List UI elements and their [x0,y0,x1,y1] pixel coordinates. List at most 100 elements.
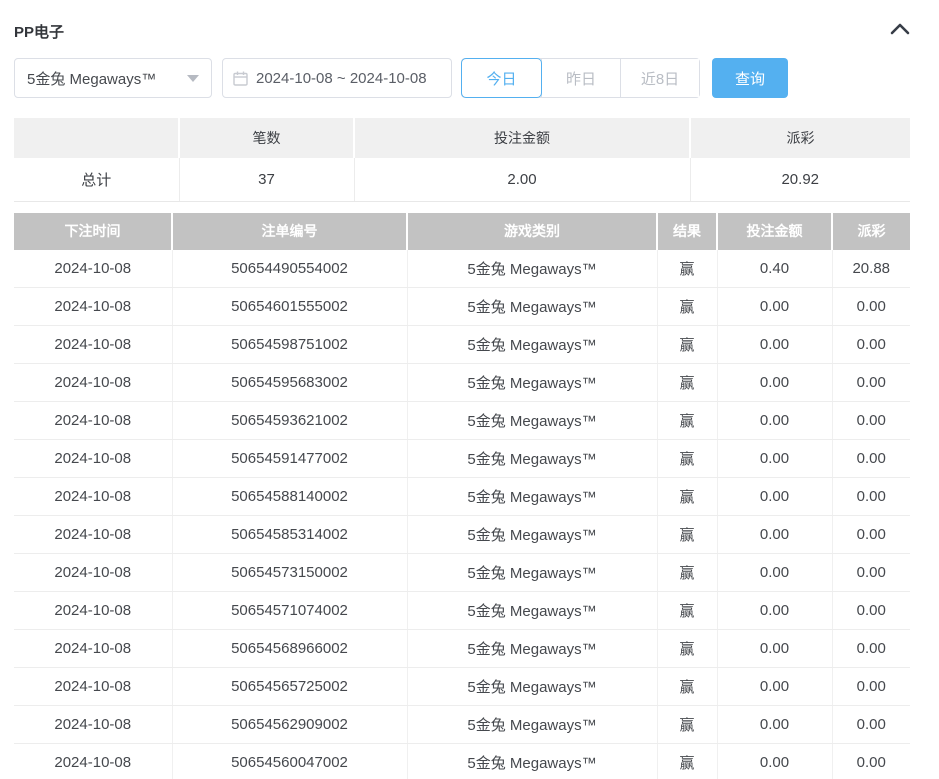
cell-bet-amount: 0.00 [717,478,832,516]
panel-header: PP电子 [14,0,925,58]
cell-result: 赢 [657,440,717,478]
cell-bet-time: 2024-10-08 [14,554,172,592]
cell-result: 赢 [657,326,717,364]
table-row: 2024-10-08506545936210025金兔 Megaways™赢0.… [14,402,910,440]
cell-payout: 0.00 [832,592,910,630]
cell-bet-id: 50654588140002 [172,478,407,516]
cell-payout: 0.00 [832,364,910,402]
cell-payout: 0.00 [832,706,910,744]
cell-bet-amount: 0.00 [717,402,832,440]
cell-bet-id: 50654601555002 [172,288,407,326]
search-button[interactable]: 查询 [712,58,788,98]
cell-payout: 0.00 [832,554,910,592]
game-select[interactable]: 5金兔 Megaways™ [14,58,212,98]
table-row: 2024-10-08506545987510025金兔 Megaways™赢0.… [14,326,910,364]
summary-total-row: 总计 37 2.00 20.92 [14,158,910,201]
cell-bet-id: 50654565725002 [172,668,407,706]
cell-result: 赢 [657,668,717,706]
cell-bet-id: 50654568966002 [172,630,407,668]
table-row: 2024-10-08506545881400025金兔 Megaways™赢0.… [14,478,910,516]
last-8-days-button[interactable]: 近8日 [620,59,699,97]
cell-game-category: 5金兔 Megaways™ [407,440,657,478]
cell-bet-time: 2024-10-08 [14,250,172,288]
cell-bet-id: 50654571074002 [172,592,407,630]
summary-header-bet-amount: 投注金额 [354,118,690,158]
cell-bet-time: 2024-10-08 [14,744,172,779]
cell-bet-amount: 0.00 [717,364,832,402]
cell-bet-amount: 0.40 [717,250,832,288]
cell-result: 赢 [657,516,717,554]
cell-bet-amount: 0.00 [717,554,832,592]
cell-bet-amount: 0.00 [717,668,832,706]
cell-result: 赢 [657,288,717,326]
cell-bet-amount: 0.00 [717,516,832,554]
cell-payout: 0.00 [832,326,910,364]
cell-result: 赢 [657,592,717,630]
records-header-bet-amount: 投注金额 [717,213,832,250]
cell-bet-time: 2024-10-08 [14,288,172,326]
summary-header-row: 笔数 投注金额 派彩 [14,118,910,158]
filter-row: 5金兔 Megaways™ 2024-10-08 ~ 2024-10-08 今日… [14,58,925,98]
cell-bet-amount: 0.00 [717,288,832,326]
game-select-value: 5金兔 Megaways™ [27,68,156,89]
records-header-bet-id: 注单编号 [172,213,407,250]
cell-game-category: 5金兔 Megaways™ [407,402,657,440]
cell-payout: 0.00 [832,288,910,326]
cell-payout: 0.00 [832,668,910,706]
cell-payout: 0.00 [832,440,910,478]
cell-game-category: 5金兔 Megaways™ [407,630,657,668]
records-table: 下注时间 注单编号 游戏类别 结果 投注金额 派彩 2024-10-085065… [14,213,910,779]
summary-table: 笔数 投注金额 派彩 总计 37 2.00 20.92 [14,118,910,202]
quick-range-group: 今日 昨日 近8日 [461,58,700,98]
summary-header-payout: 派彩 [690,118,910,158]
collapse-button[interactable] [883,16,917,46]
cell-payout: 0.00 [832,478,910,516]
cell-bet-amount: 0.00 [717,326,832,364]
cell-result: 赢 [657,744,717,779]
cell-game-category: 5金兔 Megaways™ [407,516,657,554]
cell-bet-id: 50654593621002 [172,402,407,440]
summary-header-count: 笔数 [179,118,354,158]
cell-game-category: 5金兔 Megaways™ [407,478,657,516]
summary-total-payout: 20.92 [690,158,910,201]
cell-bet-id: 50654598751002 [172,326,407,364]
table-row: 2024-10-08506545689660025金兔 Megaways™赢0.… [14,630,910,668]
records-table-body: 2024-10-08506544905540025金兔 Megaways™赢0.… [14,250,910,779]
cell-bet-time: 2024-10-08 [14,516,172,554]
cell-game-category: 5金兔 Megaways™ [407,288,657,326]
summary-total-count: 37 [179,158,354,201]
cell-game-category: 5金兔 Megaways™ [407,364,657,402]
table-row: 2024-10-08506545956830025金兔 Megaways™赢0.… [14,364,910,402]
chevron-down-icon [187,75,199,82]
cell-result: 赢 [657,554,717,592]
cell-bet-time: 2024-10-08 [14,706,172,744]
today-button[interactable]: 今日 [462,59,541,97]
date-range-value: 2024-10-08 ~ 2024-10-08 [256,70,427,87]
cell-result: 赢 [657,706,717,744]
cell-bet-id: 50654595683002 [172,364,407,402]
cell-bet-id: 50654573150002 [172,554,407,592]
cell-bet-amount: 0.00 [717,706,832,744]
cell-bet-amount: 0.00 [717,440,832,478]
cell-result: 赢 [657,364,717,402]
pp-games-panel: PP电子 5金兔 Megaways™ 2024-10 [0,0,939,779]
cell-bet-id: 50654591477002 [172,440,407,478]
date-range-input[interactable]: 2024-10-08 ~ 2024-10-08 [222,58,452,98]
records-header-game-category: 游戏类别 [407,213,657,250]
cell-bet-amount: 0.00 [717,630,832,668]
summary-total-bet-amount: 2.00 [354,158,690,201]
cell-bet-id: 50654562909002 [172,706,407,744]
cell-game-category: 5金兔 Megaways™ [407,250,657,288]
table-row: 2024-10-08506545657250025金兔 Megaways™赢0.… [14,668,910,706]
cell-result: 赢 [657,402,717,440]
yesterday-button[interactable]: 昨日 [541,59,620,97]
cell-bet-time: 2024-10-08 [14,326,172,364]
cell-payout: 20.88 [832,250,910,288]
cell-bet-id: 50654560047002 [172,744,407,779]
cell-game-category: 5金兔 Megaways™ [407,706,657,744]
table-row: 2024-10-08506544905540025金兔 Megaways™赢0.… [14,250,910,288]
cell-bet-time: 2024-10-08 [14,478,172,516]
table-row: 2024-10-08506545914770025金兔 Megaways™赢0.… [14,440,910,478]
records-header-payout: 派彩 [832,213,910,250]
cell-game-category: 5金兔 Megaways™ [407,744,657,779]
